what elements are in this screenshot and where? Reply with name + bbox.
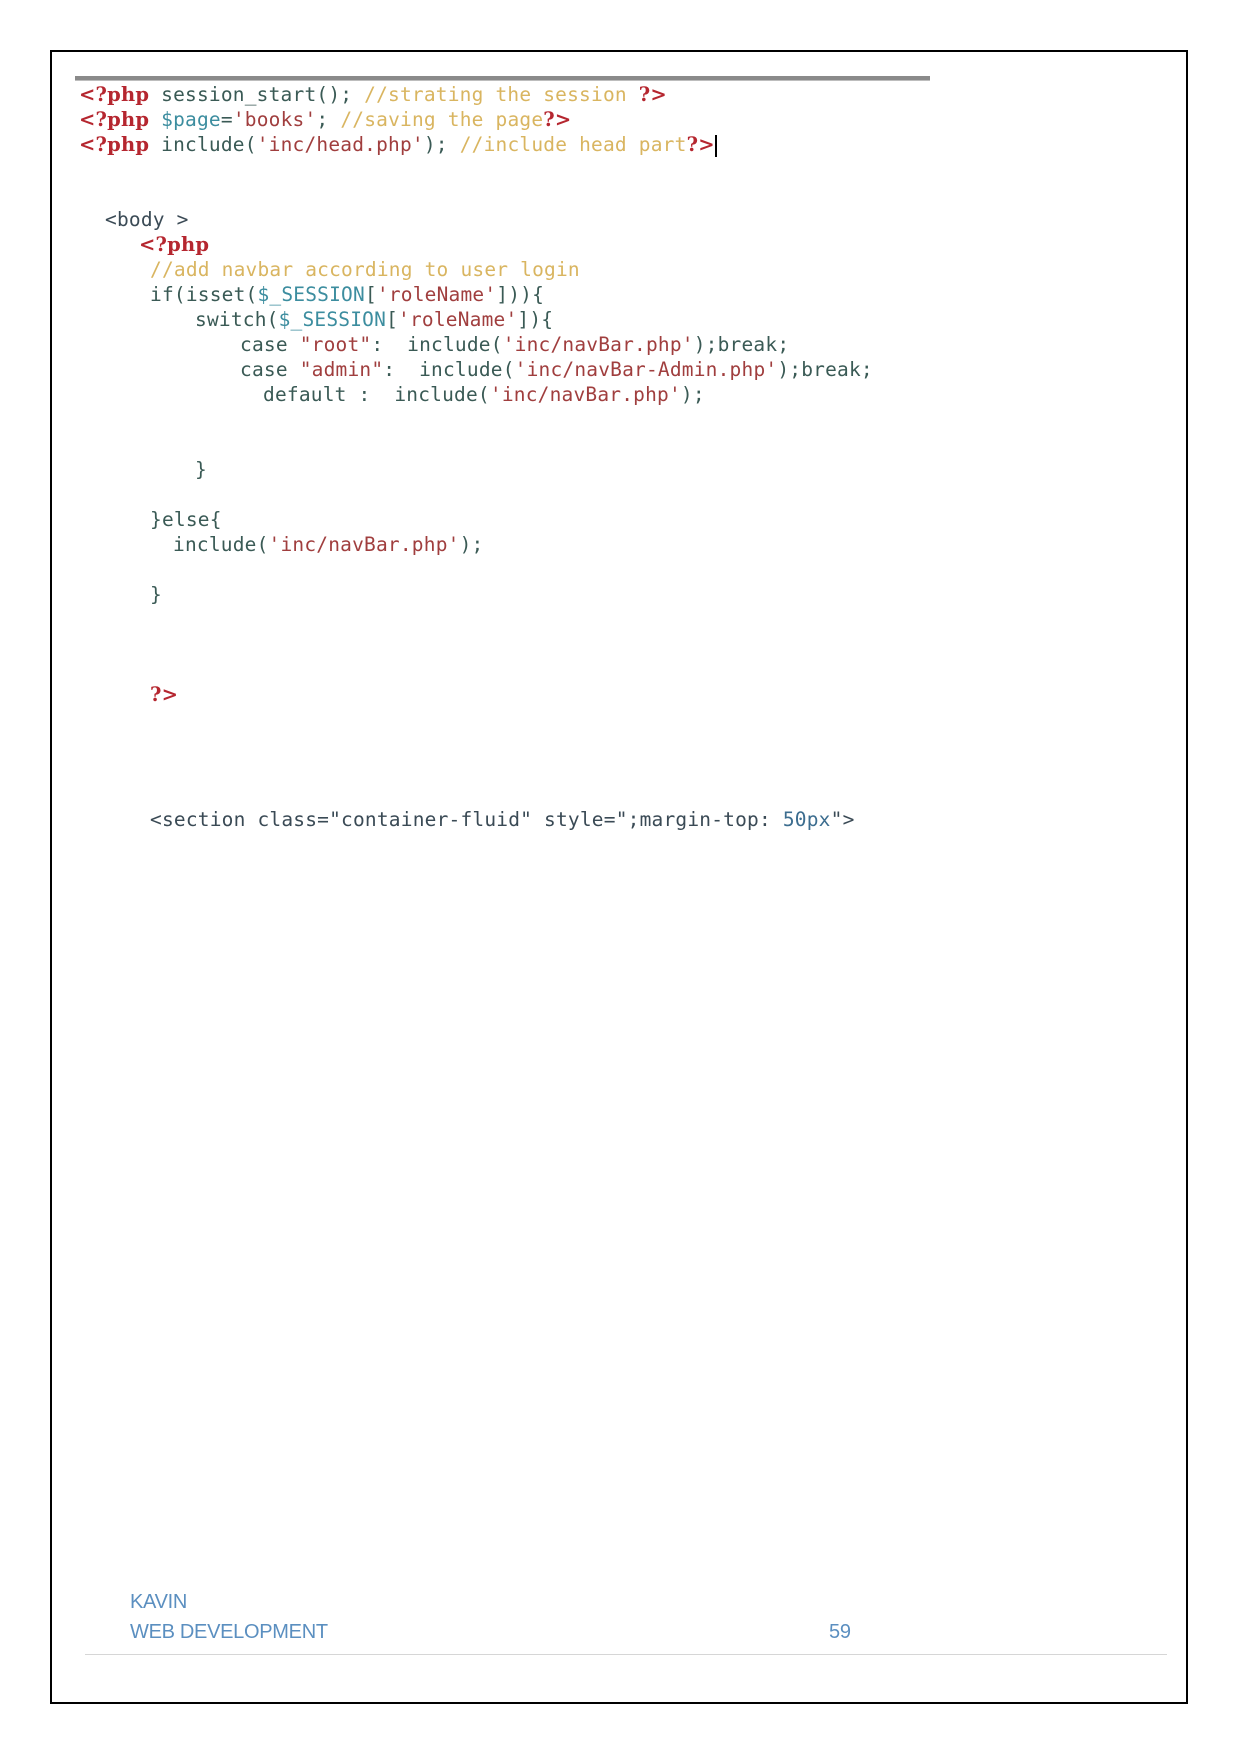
code-token-code: ); <box>459 533 484 556</box>
code-token-str: 'books' <box>232 108 317 131</box>
code-token-html: style= <box>532 808 616 831</box>
code-token-php: <?php <box>79 108 150 131</box>
footer-subject: WEB DEVELOPMENT <box>130 1621 328 1643</box>
code-token-code: }else{ <box>150 508 222 531</box>
code-token-str: 'roleName' <box>376 283 497 306</box>
code-token-num: 50px <box>782 808 831 831</box>
code-line: switch($_SESSION['roleName']){ <box>195 307 553 333</box>
code-token-html: "> <box>830 808 855 831</box>
code-token-code: default : include( <box>263 383 490 406</box>
code-token-code: case <box>240 333 300 356</box>
code-line: if(isset($_SESSION['roleName'])){ <box>150 282 544 308</box>
code-token-php: <?php <box>79 83 150 106</box>
code-line: include('inc/navBar.php'); <box>173 532 483 558</box>
code-token-code: : include( <box>383 358 515 381</box>
footer-author: KAVIN <box>130 1591 188 1613</box>
code-token-php: ?> <box>543 108 572 131</box>
code-token-code: ); <box>423 133 460 156</box>
code-token-cmt: //strating the session <box>364 83 639 106</box>
code-token-php: ?> <box>638 83 667 106</box>
code-line: case "admin": include('inc/navBar-Admin.… <box>240 357 873 383</box>
code-token-str: 'inc/navBar.php' <box>268 533 460 556</box>
code-token-str: 'inc/navBar.php' <box>502 333 694 356</box>
code-line: case "root": include('inc/navBar.php');b… <box>240 332 789 358</box>
code-line: ?> <box>150 682 178 708</box>
code-token-code: switch( <box>195 308 279 331</box>
code-line: //add navbar according to user login <box>150 257 580 283</box>
code-token-code: } <box>150 583 162 606</box>
code-token-var: $_SESSION <box>278 308 387 331</box>
code-token-str: 'inc/navBar-Admin.php' <box>514 358 778 381</box>
code-token-code: );break; <box>777 358 873 381</box>
code-token-html: <body > <box>105 208 189 231</box>
code-token-code: [ <box>386 308 399 331</box>
text-cursor <box>714 134 717 157</box>
code-token-code: ]){ <box>517 308 554 331</box>
code-line: <?php <box>139 232 209 258</box>
code-screenshot: <?php session_start(); //strating the se… <box>75 76 930 966</box>
code-line: default : include('inc/navBar.php'); <box>263 382 705 408</box>
code-token-str: 'roleName' <box>398 308 518 331</box>
code-token-code: include( <box>149 133 257 156</box>
code-line: } <box>150 582 162 608</box>
code-token-php: ?> <box>150 683 179 706</box>
code-token-php: ?> <box>686 133 715 156</box>
code-token-code: ; <box>316 108 341 131</box>
code-line: <body > <box>105 207 189 233</box>
footer-divider <box>85 1654 1167 1655</box>
code-token-str: "admin" <box>299 358 384 381</box>
code-token-cmt: //saving the page <box>340 108 544 131</box>
code-token-cmt: //include head part <box>459 133 687 156</box>
code-token-code: : include( <box>371 333 503 356</box>
code-line: }else{ <box>150 507 222 533</box>
code-token-cmt: //add navbar according to user login <box>150 258 580 281</box>
code-token-code: ])){ <box>496 283 545 306</box>
code-token-code: ); <box>680 383 705 406</box>
code-token-php: <?php <box>139 233 210 256</box>
code-line: <?php session_start(); //strating the se… <box>79 82 667 108</box>
code-token-code: if(isset( <box>150 283 258 306</box>
code-token-code: session_start(); <box>149 83 365 106</box>
code-token-var: $page <box>161 108 221 131</box>
code-token-str: 'inc/navBar.php' <box>489 383 681 406</box>
code-token-html: ";margin-top: <box>615 808 783 831</box>
code-token-code: = <box>220 108 233 131</box>
code-line: <section class="container-fluid" style="… <box>150 807 855 833</box>
code-token-code <box>149 108 161 131</box>
code-token-code: [ <box>364 283 377 306</box>
code-line: } <box>195 457 207 483</box>
code-token-html: "container-fluid" <box>329 808 533 831</box>
code-token-code: );break; <box>693 333 790 356</box>
code-token-code: case <box>240 358 300 381</box>
page-number: 59 <box>829 1621 851 1643</box>
code-token-str: "root" <box>299 333 372 356</box>
code-token-html: <section class= <box>150 808 330 831</box>
code-token-php: <?php <box>79 133 150 156</box>
code-line: <?php include('inc/head.php'); //include… <box>79 132 717 158</box>
code-token-code: include( <box>173 533 269 556</box>
code-token-str: 'inc/head.php' <box>256 133 424 156</box>
editor-top-bar <box>75 76 930 81</box>
code-token-code: } <box>195 458 207 481</box>
code-token-var: $_SESSION <box>257 283 365 306</box>
code-line: <?php $page='books'; //saving the page?> <box>79 107 571 133</box>
